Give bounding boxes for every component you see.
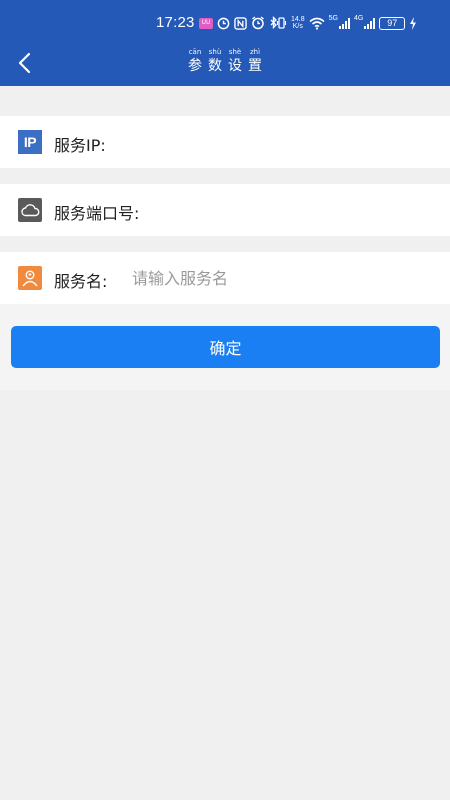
- title-char-3: shè 设: [228, 48, 242, 74]
- page-title: cān 参 shù 数 shè 设 zhì 置: [0, 48, 450, 75]
- network-speed-unit: K/s: [292, 23, 303, 30]
- battery-icon: 97: [379, 16, 406, 30]
- title-char-2: shù 数: [208, 48, 222, 74]
- server-name-input[interactable]: [132, 264, 428, 292]
- status-time: 17:23: [156, 14, 195, 31]
- signal-4g-icon: 4G: [353, 14, 376, 31]
- nfc-icon: [234, 15, 247, 31]
- title-char-1: cān 参: [188, 48, 202, 74]
- server-ip-input[interactable]: [128, 128, 428, 156]
- nav-bar: cān 参 shù 数 shè 设 zhì 置: [0, 44, 450, 86]
- server-name-row: 服务名:: [0, 252, 450, 304]
- confirm-button[interactable]: 确定: [11, 326, 440, 368]
- wifi-icon: [309, 15, 325, 31]
- cloud-icon: [18, 198, 42, 222]
- signal-5g-label: 5G: [328, 14, 338, 22]
- button-section: 确定: [0, 304, 450, 390]
- server-ip-row: IP 服务IP:: [0, 116, 450, 168]
- app-badge-icon: UU: [199, 17, 213, 29]
- status-bar: 17:23 UU 14.8 K/s 5G 4G 97: [0, 10, 450, 38]
- network-speed-value: 14.8: [291, 16, 305, 23]
- signal-4g-label: 4G: [353, 14, 364, 22]
- app-header: 17:23 UU 14.8 K/s 5G 4G 97 cān 参 shù 数 s…: [0, 0, 450, 86]
- title-char-4: zhì 置: [248, 48, 262, 74]
- server-ip-label: 服务IP:: [54, 136, 106, 155]
- ip-icon: IP: [18, 130, 42, 154]
- network-speed: 14.8 K/s: [291, 15, 305, 31]
- server-port-input[interactable]: [162, 196, 428, 224]
- signal-5g-icon: 5G: [329, 15, 350, 31]
- charging-icon: [409, 15, 417, 31]
- user-icon: [18, 266, 42, 290]
- alarm-icon: [251, 15, 265, 31]
- server-port-label: 服务端口号:: [54, 204, 140, 223]
- server-port-row: 服务端口号:: [0, 184, 450, 236]
- server-name-label: 服务名:: [54, 272, 108, 291]
- clock-icon: [217, 15, 230, 31]
- bluetooth-vibrate-icon: [269, 15, 287, 31]
- status-icons: UU 14.8 K/s 5G 4G 97: [199, 14, 417, 32]
